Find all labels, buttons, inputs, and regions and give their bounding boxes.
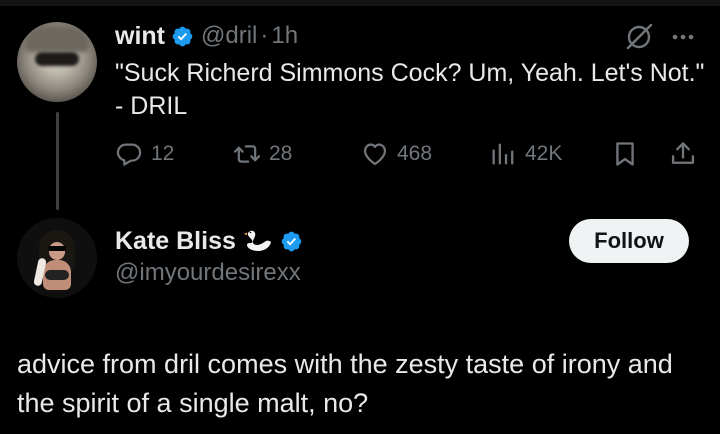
tweet-text: "Suck Richerd Simmons Cock? Um, Yeah. Le… bbox=[115, 59, 705, 120]
tweet-actions-bar: 12 28 468 42K bbox=[115, 134, 705, 174]
verified-badge-icon bbox=[172, 26, 193, 46]
parent-tweet[interactable]: wint @dril · 1h "Suck Richerd Simmons Co… bbox=[0, 0, 720, 215]
views-icon bbox=[492, 143, 514, 165]
avatar[interactable] bbox=[17, 218, 97, 298]
avatar-sunglasses bbox=[48, 246, 66, 251]
verified-badge-icon bbox=[281, 231, 302, 251]
avatar[interactable] bbox=[17, 22, 97, 102]
thread-connector-line bbox=[56, 112, 59, 210]
like-count: 468 bbox=[397, 142, 433, 165]
reply-icon bbox=[116, 143, 142, 166]
author-handle[interactable]: @imyourdesirexx bbox=[115, 259, 301, 287]
follow-button[interactable]: Follow bbox=[569, 219, 689, 263]
author-name[interactable]: Kate Bliss bbox=[115, 227, 236, 256]
like-icon bbox=[363, 143, 387, 166]
avatar-glasses bbox=[35, 52, 79, 66]
share-icon bbox=[671, 142, 695, 164]
bookmark-button[interactable] bbox=[611, 134, 639, 174]
separator-dot: · bbox=[260, 22, 269, 49]
reply-count: 12 bbox=[151, 142, 175, 165]
reply-author-row: Kate Bliss bbox=[115, 224, 303, 258]
share-button[interactable] bbox=[669, 134, 697, 174]
author-name[interactable]: wint bbox=[115, 22, 165, 51]
views-button[interactable]: 42K bbox=[489, 134, 562, 174]
tweet-thread-view: wint @dril · 1h "Suck Richerd Simmons Co… bbox=[0, 0, 720, 434]
timestamp[interactable]: 1h bbox=[271, 22, 298, 50]
author-handle[interactable]: @dril bbox=[201, 22, 257, 50]
avatar-top bbox=[45, 270, 69, 280]
bookmark-icon bbox=[616, 142, 634, 166]
avatar-hair bbox=[25, 26, 89, 52]
repost-button[interactable]: 28 bbox=[233, 134, 292, 174]
reply-button[interactable]: 12 bbox=[115, 134, 174, 174]
repost-count: 28 bbox=[269, 142, 293, 165]
view-count: 42K bbox=[525, 142, 563, 165]
swan-icon bbox=[243, 230, 271, 251]
grok-icon[interactable] bbox=[624, 22, 654, 52]
tweet-text: advice from dril comes with the zesty ta… bbox=[17, 349, 673, 418]
repost-icon bbox=[233, 145, 261, 163]
like-button[interactable]: 468 bbox=[361, 134, 432, 174]
avatar-face bbox=[49, 242, 65, 260]
more-icon[interactable] bbox=[666, 24, 700, 50]
tweet-header: wint @dril · 1h bbox=[115, 18, 298, 54]
